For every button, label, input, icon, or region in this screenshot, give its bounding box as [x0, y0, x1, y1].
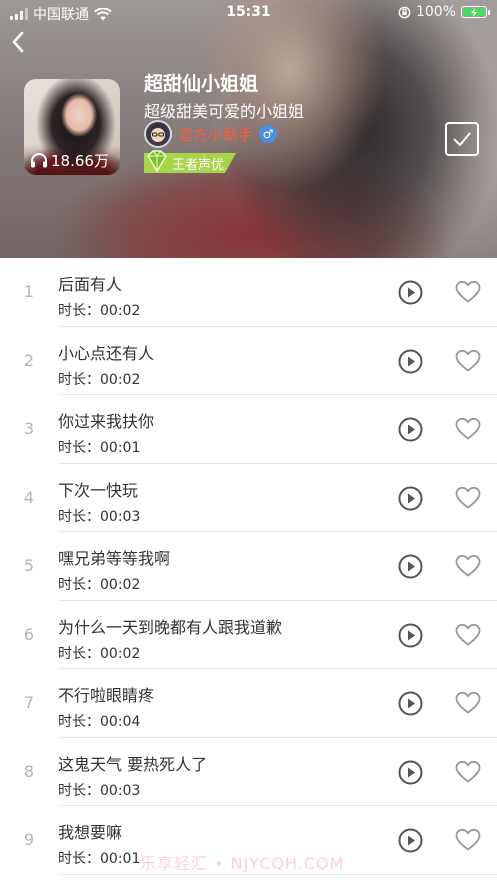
gender-badge: ♂: [259, 125, 278, 143]
heart-icon[interactable]: [455, 691, 481, 715]
track-duration: 时长：00:02: [58, 303, 141, 319]
track-duration: 时长：00:03: [58, 782, 141, 799]
play-icon[interactable]: [398, 760, 423, 785]
track-duration: 时长：00:01: [58, 440, 141, 456]
album-subtitle: 超级甜美可爱的小姐姐: [144, 102, 305, 121]
track-list: 1 后面有人 时长：00:02 2 小心点还有人 时长：00:02 3 你过来我扶你 时长：00…: [0, 258, 497, 875]
cartoon-face-icon: [151, 125, 165, 142]
heart-icon[interactable]: [455, 760, 481, 784]
track-name[interactable]: 为什么一天到晚都有人跟我道歉: [58, 614, 282, 638]
status-right: 100%: [398, 4, 490, 20]
rank-badge: 王者声优: [144, 150, 237, 175]
status-bar: 中国联通 15:31 100%: [0, 0, 497, 26]
heart-icon[interactable]: [455, 623, 481, 647]
track-index: 7: [23, 693, 35, 712]
battery-icon: [461, 6, 490, 18]
track-row[interactable]: 1 后面有人时长：00:02: [0, 258, 497, 327]
track-index: 9: [23, 830, 35, 849]
track-row[interactable]: 3 你过来我扶你时长：00:01: [0, 395, 497, 464]
track-duration: 时长：00:02: [58, 645, 141, 662]
battery-percent: 100%: [415, 4, 456, 20]
track-row[interactable]: 5 嘿兄弟等等我啊时长：00:02: [0, 532, 497, 601]
track-duration: 时长：00:02: [58, 577, 141, 593]
heart-icon[interactable]: [455, 828, 481, 852]
track-index: 3: [23, 419, 35, 438]
play-icon[interactable]: [398, 280, 423, 305]
track-index: 8: [23, 761, 35, 781]
track-row[interactable]: 6 为什么一天到晚都有人跟我道歉时长：00:02: [0, 601, 497, 669]
track-name[interactable]: 后面有人: [58, 271, 122, 295]
play-icon[interactable]: [398, 623, 423, 648]
author-avatar[interactable]: [144, 120, 172, 148]
track-name[interactable]: 嘿兄弟等等我啊: [58, 545, 170, 569]
heart-icon[interactable]: [455, 486, 481, 510]
select-all-button[interactable]: [445, 122, 479, 156]
track-name[interactable]: 我想要嘛: [58, 819, 122, 843]
track-duration: 时长：00:03: [58, 508, 141, 525]
track-name[interactable]: 不行啦眼睛疼: [58, 682, 154, 706]
play-icon[interactable]: [398, 417, 423, 442]
orientation-lock-icon: [398, 6, 411, 18]
track-index: 4: [23, 487, 35, 507]
play-icon[interactable]: [398, 554, 423, 579]
author-name[interactable]: 官方小助手: [178, 124, 253, 145]
track-duration: 时长：00:04: [58, 714, 141, 730]
play-icon[interactable]: [398, 691, 423, 716]
play-icon[interactable]: [398, 828, 423, 853]
track-name[interactable]: 下次一快玩: [58, 477, 138, 501]
album-title: 超甜仙小姐姐: [144, 73, 259, 95]
track-row[interactable]: 7 不行啦眼睛疼时长：00:04: [0, 669, 497, 738]
play-icon[interactable]: [398, 486, 423, 511]
heart-icon[interactable]: [455, 417, 481, 441]
play-icon[interactable]: [398, 349, 423, 374]
diamond-icon: [147, 150, 167, 173]
back-button[interactable]: [4, 28, 32, 56]
track-name[interactable]: 这鬼天气 要热死人了: [58, 751, 207, 775]
track-name[interactable]: 小心点还有人: [58, 340, 154, 364]
chevron-left-icon: [12, 31, 24, 53]
track-row[interactable]: 2 小心点还有人时长：00:02: [0, 327, 497, 395]
track-index: 2: [23, 350, 35, 370]
track-duration: 时长：00:01: [58, 851, 141, 867]
track-index: 6: [23, 624, 35, 644]
track-row[interactable]: 4 下次一快玩时长：00:03: [0, 464, 497, 532]
track-index: 1: [23, 282, 35, 301]
headphones-icon: [31, 153, 47, 168]
album-cover: 18.66万: [24, 79, 120, 175]
play-count-value: 18.66万: [51, 151, 109, 170]
track-row[interactable]: 8 这鬼天气 要热死人了时长：00:03: [0, 738, 497, 806]
track-name[interactable]: 你过来我扶你: [58, 408, 154, 432]
heart-icon[interactable]: [455, 280, 481, 304]
track-index: 5: [23, 556, 35, 575]
track-duration: 时长：00:02: [58, 371, 141, 388]
author-row[interactable]: 官方小助手 ♂: [144, 120, 278, 148]
heart-icon[interactable]: [455, 349, 481, 373]
watermark: 乐享轻汇 • NJYCQH.COM: [140, 854, 345, 873]
checkmark-icon: [453, 132, 471, 146]
play-count: 18.66万: [24, 145, 120, 175]
heart-icon[interactable]: [455, 554, 481, 578]
